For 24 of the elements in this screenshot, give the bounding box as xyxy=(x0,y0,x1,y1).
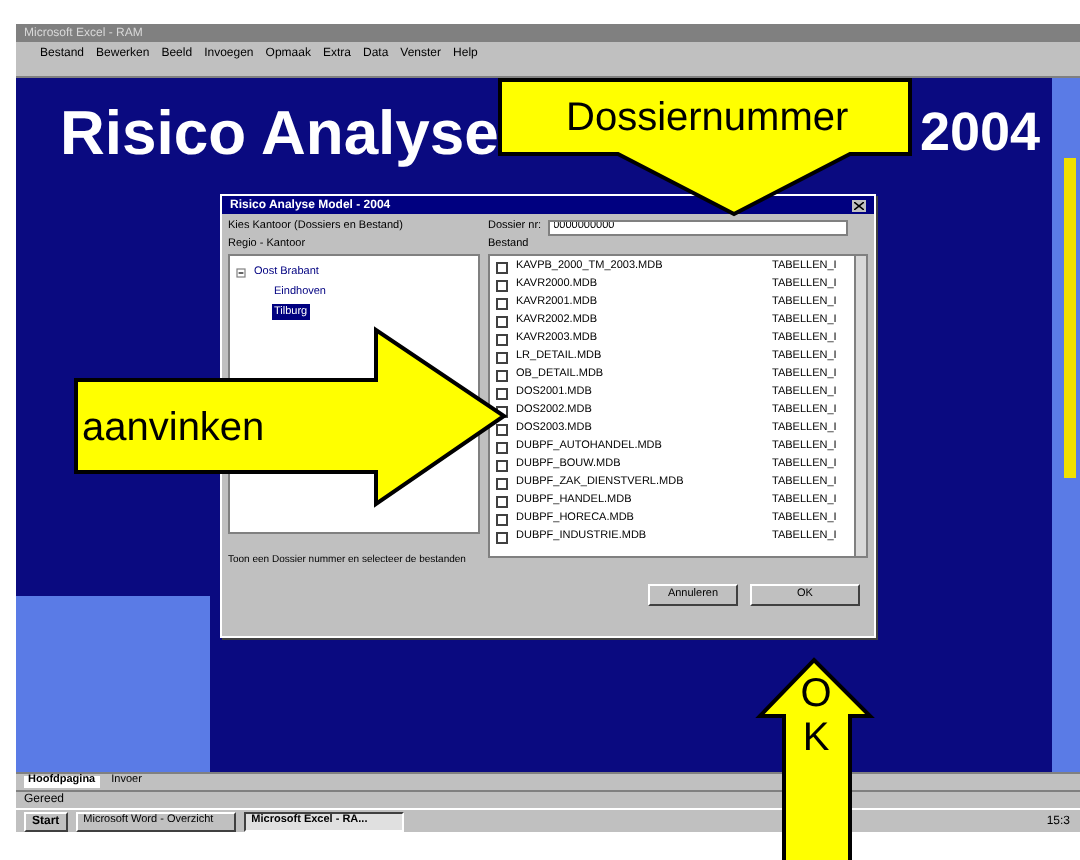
collapse-icon[interactable] xyxy=(236,267,246,277)
checkbox[interactable] xyxy=(496,531,508,543)
checkbox[interactable] xyxy=(496,459,508,471)
checkbox[interactable] xyxy=(496,387,508,399)
checkbox[interactable] xyxy=(496,513,508,525)
callout-label: aanvinken xyxy=(82,406,265,450)
checkbox[interactable] xyxy=(496,351,508,363)
checkbox[interactable] xyxy=(496,423,508,435)
checkbox[interactable] xyxy=(496,315,508,327)
slide-title: 2004 xyxy=(920,106,1041,160)
checkbox[interactable] xyxy=(496,333,508,345)
checkbox[interactable] xyxy=(496,495,508,507)
checkbox[interactable] xyxy=(496,279,508,291)
checkbox[interactable] xyxy=(496,477,508,489)
scroll-bar[interactable] xyxy=(854,256,866,556)
checkbox[interactable] xyxy=(496,369,508,381)
checkbox[interactable] xyxy=(496,261,508,273)
close-button[interactable] xyxy=(852,199,866,211)
checkbox[interactable] xyxy=(496,441,508,453)
callout-label: O K xyxy=(800,672,832,760)
checkbox[interactable] xyxy=(496,297,508,309)
callout-label: Dossiernummer xyxy=(566,96,849,140)
close-icon xyxy=(854,201,864,209)
slide-title: Risico Analyse xyxy=(60,102,499,164)
